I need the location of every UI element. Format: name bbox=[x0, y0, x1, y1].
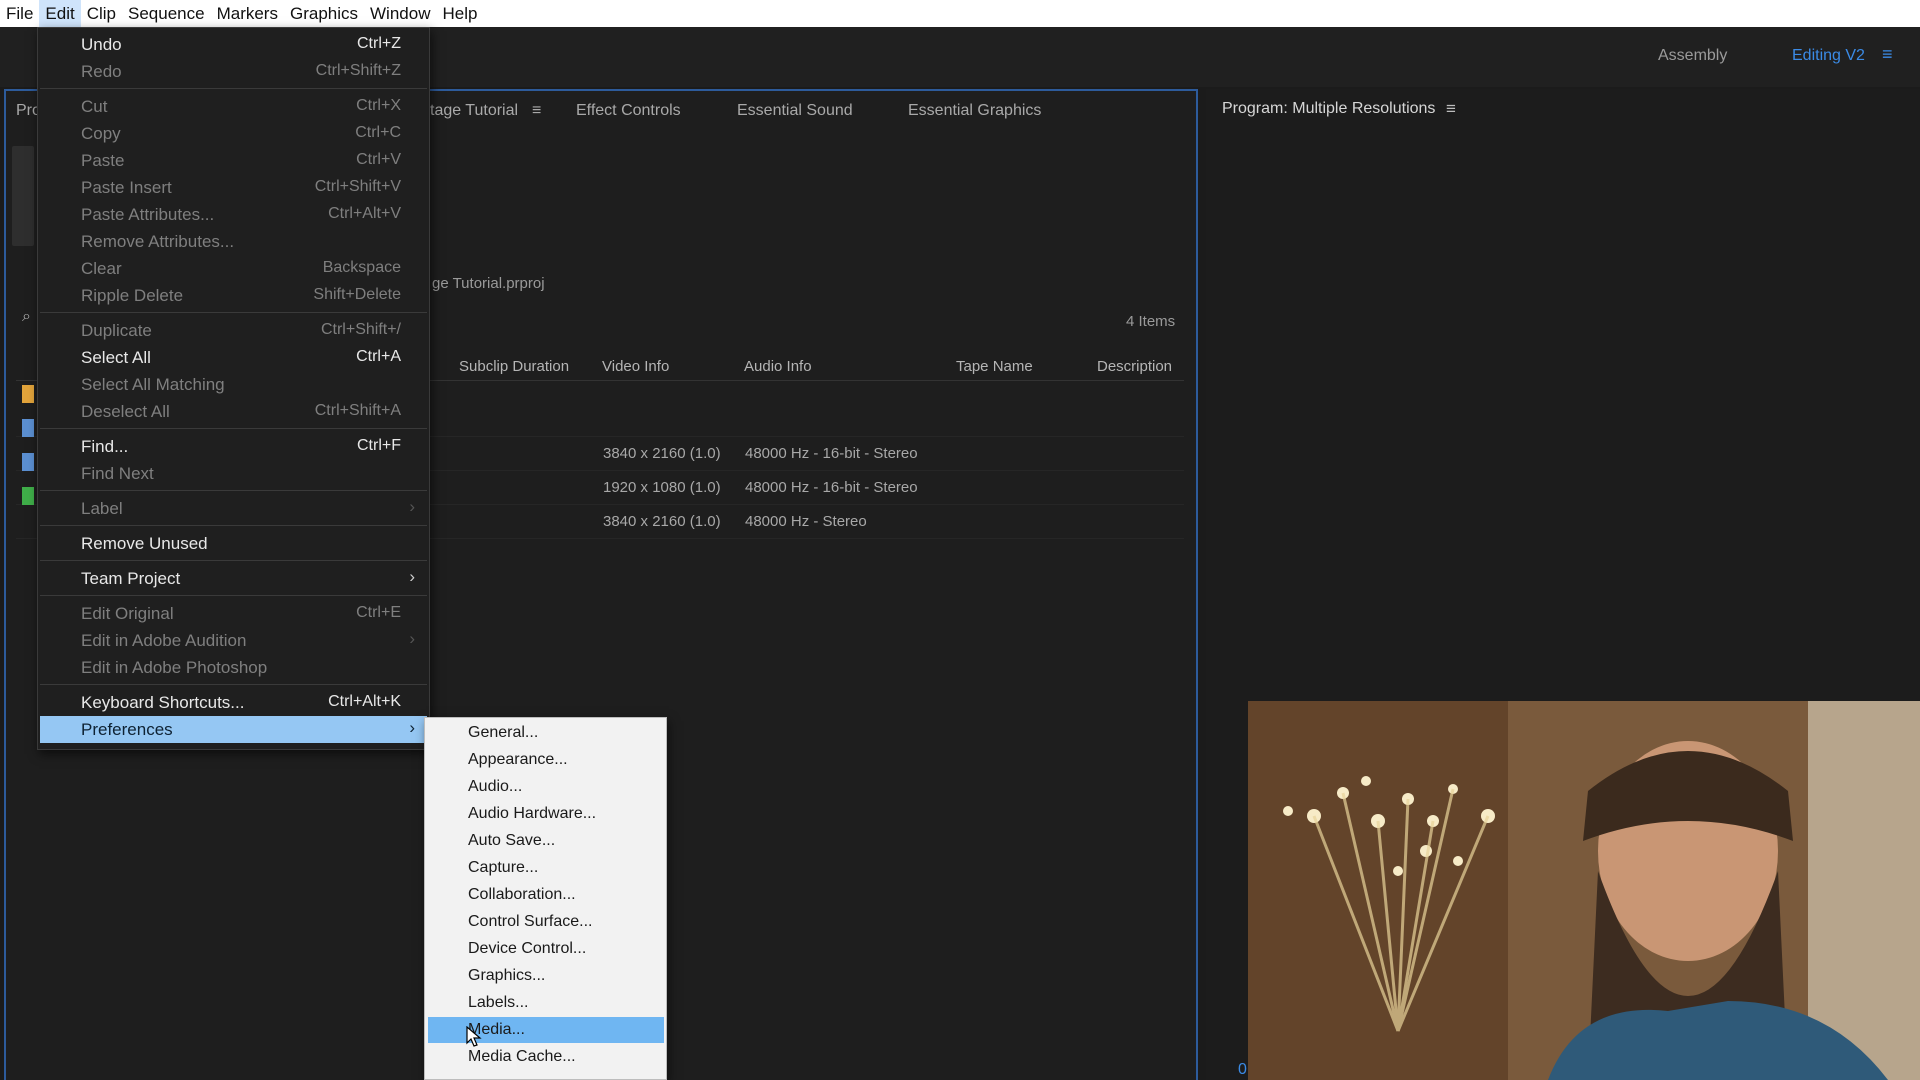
menu-clip[interactable]: Clip bbox=[81, 0, 122, 27]
pref-item-general[interactable]: General... bbox=[428, 720, 664, 746]
menu-separator bbox=[40, 312, 427, 313]
menu-separator bbox=[40, 595, 427, 596]
menu-help[interactable]: Help bbox=[436, 0, 483, 27]
label-color-chip bbox=[22, 419, 34, 437]
pref-item-media[interactable]: Media... bbox=[428, 1017, 664, 1043]
hamburger-icon[interactable]: ≡ bbox=[532, 102, 541, 120]
chevron-right-icon: › bbox=[409, 567, 415, 586]
video-info-cell: 3840 x 2160 (1.0) bbox=[603, 445, 721, 462]
menu-item-select-all[interactable]: Select All Ctrl+A bbox=[40, 344, 427, 371]
column-video-info[interactable]: Video Info bbox=[602, 358, 669, 375]
pref-item-labels[interactable]: Labels... bbox=[428, 990, 664, 1016]
menu-item-duplicate[interactable]: Duplicate Ctrl+Shift+/ bbox=[40, 317, 427, 344]
menu-separator bbox=[40, 560, 427, 561]
label-color-chip bbox=[22, 453, 34, 471]
search-icon[interactable]: ⌕ bbox=[22, 308, 31, 326]
column-subclip-duration[interactable]: Subclip Duration bbox=[459, 358, 569, 375]
menu-item-paste[interactable]: Paste Ctrl+V bbox=[40, 147, 427, 174]
mouse-cursor-icon bbox=[466, 1026, 482, 1047]
menu-window[interactable]: Window bbox=[364, 0, 436, 27]
menu-item-preferences[interactable]: Preferences › bbox=[40, 716, 427, 743]
tab-project-file[interactable]: tage Tutorial bbox=[430, 102, 518, 120]
menu-item-remove-attributes[interactable]: Remove Attributes... bbox=[40, 228, 427, 255]
items-count: 4 Items bbox=[1126, 313, 1176, 330]
menu-markers[interactable]: Markers bbox=[211, 0, 284, 27]
chevron-right-icon: › bbox=[409, 497, 415, 516]
pref-item-collaboration[interactable]: Collaboration... bbox=[428, 882, 664, 908]
menu-separator bbox=[40, 525, 427, 526]
menu-item-edit-original[interactable]: Edit Original Ctrl+E bbox=[40, 600, 427, 627]
pref-item-audio-hardware[interactable]: Audio Hardware... bbox=[428, 801, 664, 827]
webcam-overlay bbox=[1248, 701, 1920, 1080]
menu-item-redo[interactable]: Redo Ctrl+Shift+Z bbox=[40, 58, 427, 85]
menu-item-edit-in-photoshop[interactable]: Edit in Adobe Photoshop bbox=[40, 654, 427, 681]
pref-item-appearance[interactable]: Appearance... bbox=[428, 747, 664, 773]
pref-item-audio[interactable]: Audio... bbox=[428, 774, 664, 800]
menu-item-label[interactable]: Label › bbox=[40, 495, 427, 522]
workspace-assembly[interactable]: Assembly bbox=[1658, 47, 1727, 65]
menu-graphics[interactable]: Graphics bbox=[284, 0, 364, 27]
menu-item-paste-attributes[interactable]: Paste Attributes... Ctrl+Alt+V bbox=[40, 201, 427, 228]
pref-item-device-control[interactable]: Device Control... bbox=[428, 936, 664, 962]
menu-item-team-project[interactable]: Team Project › bbox=[40, 565, 427, 592]
hamburger-icon[interactable]: ≡ bbox=[1882, 44, 1893, 65]
pref-item-media-cache[interactable]: Media Cache... bbox=[428, 1044, 664, 1070]
label-color-chip bbox=[22, 385, 34, 403]
chevron-right-icon: › bbox=[409, 718, 415, 737]
audio-info-cell: 48000 Hz - Stereo bbox=[745, 513, 867, 530]
chevron-right-icon: › bbox=[409, 629, 415, 648]
menu-separator bbox=[40, 490, 427, 491]
audio-info-cell: 48000 Hz - 16-bit - Stereo bbox=[745, 445, 918, 462]
audio-info-cell: 48000 Hz - 16-bit - Stereo bbox=[745, 479, 918, 496]
menu-item-find-next[interactable]: Find Next bbox=[40, 460, 427, 487]
menu-separator bbox=[40, 684, 427, 685]
column-tape-name[interactable]: Tape Name bbox=[956, 358, 1033, 375]
premiere-window: File Edit Clip Sequence Markers Graphics… bbox=[0, 0, 1920, 1080]
preferences-submenu: General... Appearance... Audio... Audio … bbox=[424, 717, 667, 1080]
project-file-path: ge Tutorial.prproj bbox=[432, 275, 545, 292]
program-monitor-title[interactable]: Program: Multiple Resolutions bbox=[1222, 100, 1435, 118]
menu-sequence[interactable]: Sequence bbox=[122, 0, 211, 27]
pref-item-capture[interactable]: Capture... bbox=[428, 855, 664, 881]
thumbnail-icon bbox=[12, 146, 34, 246]
menu-item-deselect-all[interactable]: Deselect All Ctrl+Shift+A bbox=[40, 398, 427, 425]
menu-item-paste-insert[interactable]: Paste Insert Ctrl+Shift+V bbox=[40, 174, 427, 201]
menu-item-keyboard-shortcuts[interactable]: Keyboard Shortcuts... Ctrl+Alt+K bbox=[40, 689, 427, 716]
column-description[interactable]: Description bbox=[1097, 358, 1172, 375]
menu-item-undo[interactable]: Undo Ctrl+Z bbox=[40, 31, 427, 58]
menu-separator bbox=[40, 428, 427, 429]
menu-item-copy[interactable]: Copy Ctrl+C bbox=[40, 120, 427, 147]
pref-item-control-surface[interactable]: Control Surface... bbox=[428, 909, 664, 935]
workspace-editing-v2[interactable]: Editing V2 bbox=[1792, 47, 1865, 65]
pref-item-graphics[interactable]: Graphics... bbox=[428, 963, 664, 989]
menu-item-find[interactable]: Find... Ctrl+F bbox=[40, 433, 427, 460]
menu-item-clear[interactable]: Clear Backspace bbox=[40, 255, 427, 282]
menu-item-ripple-delete[interactable]: Ripple Delete Shift+Delete bbox=[40, 282, 427, 309]
menu-item-select-all-matching[interactable]: Select All Matching bbox=[40, 371, 427, 398]
pref-item-auto-save[interactable]: Auto Save... bbox=[428, 828, 664, 854]
menu-edit[interactable]: Edit bbox=[39, 0, 81, 27]
menu-item-edit-in-audition[interactable]: Edit in Adobe Audition › bbox=[40, 627, 427, 654]
tab-essential-graphics[interactable]: Essential Graphics bbox=[908, 102, 1041, 120]
tab-essential-sound[interactable]: Essential Sound bbox=[737, 102, 853, 120]
timecode[interactable]: 0 bbox=[1238, 1061, 1247, 1079]
column-audio-info[interactable]: Audio Info bbox=[744, 358, 812, 375]
tab-effect-controls[interactable]: Effect Controls bbox=[576, 102, 681, 120]
edit-menu-dropdown: Undo Ctrl+Z Redo Ctrl+Shift+Z Cut Ctrl+X Co… bbox=[37, 27, 430, 750]
video-info-cell: 1920 x 1080 (1.0) bbox=[603, 479, 721, 496]
menu-bar: File Edit Clip Sequence Markers Graphics… bbox=[0, 0, 1920, 27]
menu-item-remove-unused[interactable]: Remove Unused bbox=[40, 530, 427, 557]
menu-separator bbox=[40, 88, 427, 89]
label-color-chip bbox=[22, 487, 34, 505]
menu-file[interactable]: File bbox=[0, 0, 39, 27]
video-info-cell: 3840 x 2160 (1.0) bbox=[603, 513, 721, 530]
menu-item-cut[interactable]: Cut Ctrl+X bbox=[40, 93, 427, 120]
hamburger-icon[interactable]: ≡ bbox=[1446, 99, 1456, 119]
